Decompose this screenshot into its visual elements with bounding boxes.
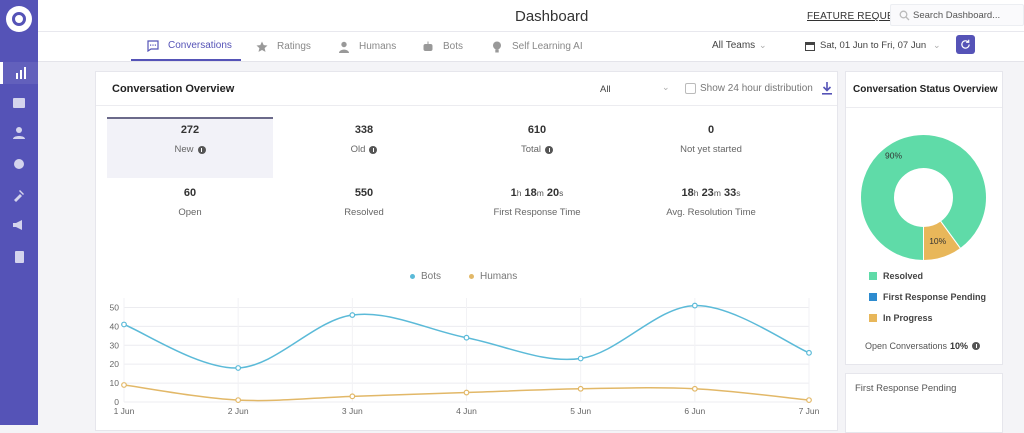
bot-icon — [423, 41, 433, 51]
user-icon — [13, 127, 25, 139]
chevron-down-icon[interactable]: ⌄ — [933, 40, 941, 51]
person-icon — [339, 41, 349, 53]
open-conversations: Open Conversations 10% — [865, 341, 981, 351]
page-title: Dashboard — [515, 8, 589, 25]
tab-ratings[interactable]: Ratings — [256, 32, 311, 61]
data-point-humans[interactable] — [235, 397, 242, 404]
sidebar-item-bots[interactable] — [0, 153, 38, 175]
info-icon[interactable] — [972, 342, 981, 350]
legend-label: First Response Pending — [883, 292, 987, 302]
donut-slice-label: 90% — [885, 151, 902, 161]
tab-bar: Conversations Ratings Humans Bots Self L… — [38, 32, 1024, 62]
sidebar-item-reports[interactable] — [0, 246, 38, 268]
sidebar — [0, 0, 38, 425]
document-icon — [15, 251, 24, 263]
open-conversations-value: 10% — [950, 341, 969, 351]
data-point-humans[interactable] — [806, 397, 812, 404]
plug-icon — [14, 190, 24, 202]
bulb-icon — [493, 41, 501, 52]
x-tick-label: 6 Jun — [684, 406, 705, 416]
status-legend-resolved[interactable]: Resolved — [869, 271, 923, 281]
donut-slice-label: 10% — [929, 236, 946, 246]
donut-slice-resolved[interactable] — [860, 134, 987, 262]
y-tick-label: 10 — [110, 378, 120, 388]
legend-label: Resolved — [883, 271, 924, 281]
data-point-bots[interactable] — [349, 312, 356, 318]
card-title: Conversation Status Overview — [853, 84, 998, 95]
x-tick-label: 2 Jun — [228, 406, 249, 416]
data-point-humans[interactable] — [577, 385, 584, 392]
refresh-button[interactable] — [956, 35, 975, 54]
bar-chart-icon — [15, 67, 26, 79]
tab-self-learning-ai[interactable]: Self Learning AI — [491, 32, 583, 61]
chat-icon — [147, 39, 159, 52]
sidebar-item-conversations[interactable] — [0, 92, 38, 114]
tab-label: Conversations — [168, 40, 232, 51]
top-bar: Dashboard FEATURE REQUEST — [38, 0, 1024, 32]
legend-label: In Progress — [883, 313, 933, 323]
tab-humans[interactable]: Humans — [338, 32, 396, 61]
tab-conversations[interactable]: Conversations — [131, 32, 241, 61]
data-point-bots[interactable] — [121, 321, 127, 328]
refresh-icon — [961, 39, 970, 49]
sidebar-item-campaigns[interactable] — [0, 214, 38, 236]
x-tick-label: 3 Jun — [342, 406, 363, 416]
bot-icon — [14, 159, 24, 169]
data-point-bots[interactable] — [235, 365, 242, 371]
data-point-bots[interactable] — [691, 302, 698, 309]
date-range-picker[interactable]: Sat, 01 Jun to Fri, 07 Jun — [805, 40, 926, 51]
tab-label: Bots — [443, 41, 464, 52]
open-conversations-label: Open Conversations — [865, 341, 948, 351]
inbox-icon — [13, 98, 25, 108]
x-tick-label: 7 Jun — [799, 406, 820, 416]
megaphone-icon — [13, 220, 22, 230]
chevron-down-icon[interactable]: ⌄ — [759, 40, 767, 51]
search-input[interactable] — [913, 8, 1019, 23]
first-response-pending-card: First Response Pending — [845, 373, 1003, 433]
x-tick-label: 4 Jun — [456, 406, 477, 416]
tab-bots[interactable]: Bots — [422, 32, 463, 61]
tab-label: Humans — [359, 41, 397, 52]
status-legend-in-progress[interactable]: In Progress — [869, 313, 933, 323]
status-legend-first-response-pending[interactable]: First Response Pending — [869, 292, 986, 302]
app-logo[interactable] — [6, 6, 32, 32]
star-icon — [256, 41, 268, 52]
data-point-humans[interactable] — [121, 382, 127, 388]
search-box[interactable] — [890, 4, 1024, 26]
date-range-label: Sat, 01 Jun to Fri, 07 Jun — [820, 40, 927, 51]
sidebar-item-dashboard[interactable] — [0, 62, 38, 84]
divider — [846, 107, 1002, 108]
x-tick-label: 5 Jun — [570, 406, 591, 416]
legend-swatch — [869, 314, 877, 322]
team-select[interactable]: All Teams — [712, 40, 755, 51]
card-title: First Response Pending — [855, 383, 957, 394]
data-point-bots[interactable] — [463, 334, 470, 341]
y-tick-label: 30 — [110, 340, 120, 350]
y-tick-label: 40 — [110, 321, 120, 331]
tab-label: Self Learning AI — [512, 41, 583, 52]
data-point-bots[interactable] — [806, 349, 812, 356]
sidebar-item-users[interactable] — [0, 122, 38, 144]
x-tick-label: 1 Jun — [114, 406, 135, 416]
status-donut-chart: 10% 90% — [860, 134, 987, 262]
calendar-icon — [805, 41, 815, 51]
data-point-humans[interactable] — [463, 389, 470, 396]
y-tick-label: 20 — [110, 359, 120, 369]
tab-label: Ratings — [277, 41, 311, 52]
search-icon — [899, 10, 910, 21]
data-point-humans[interactable] — [691, 385, 698, 392]
legend-swatch — [869, 272, 877, 280]
conversation-line-chart: 010203040501 Jun 2 Jun 3 Jun 4 Jun 5 Jun 6 Ju… — [110, 298, 820, 416]
sidebar-item-integrations[interactable] — [0, 184, 38, 206]
data-point-humans[interactable] — [349, 393, 356, 400]
y-tick-label: 50 — [110, 302, 120, 312]
legend-swatch — [869, 293, 877, 301]
data-point-bots[interactable] — [577, 355, 584, 362]
status-overview-card: Conversation Status Overview 10% 90% Reso… — [845, 71, 1003, 365]
